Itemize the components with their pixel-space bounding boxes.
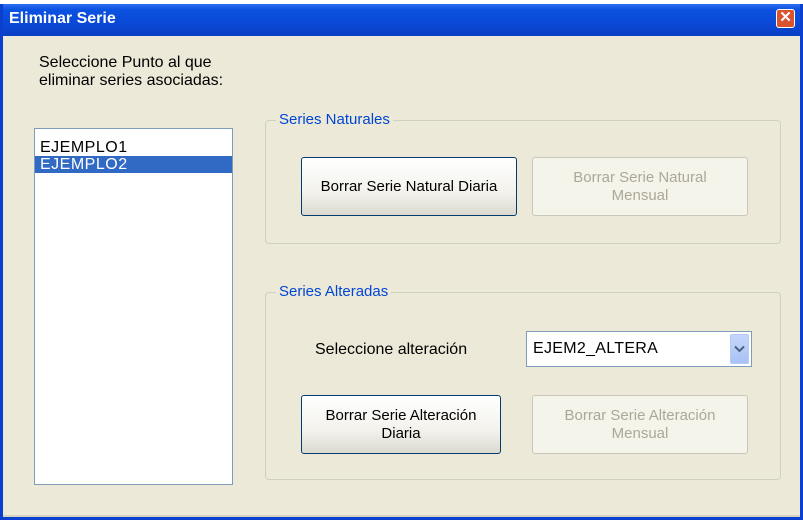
- dropdown-arrow-button[interactable]: [730, 334, 749, 364]
- button-label: Borrar Serie Natural Mensual: [573, 168, 707, 204]
- points-listbox[interactable]: EJEMPLO1 EJEMPLO2: [34, 128, 233, 485]
- delete-natural-daily-button[interactable]: Borrar Serie Natural Diaria: [301, 157, 517, 216]
- chevron-down-icon: [734, 345, 745, 353]
- alteration-select[interactable]: EJEM2_ALTERA: [526, 331, 752, 367]
- window-bottom-edge: [3, 515, 800, 517]
- delete-altered-daily-button[interactable]: Borrar Serie Alteración Diaria: [301, 395, 501, 454]
- list-item-label: EJEMPLO1: [40, 139, 128, 156]
- alteration-select-value: EJEM2_ALTERA: [533, 340, 659, 357]
- point-select-prompt: Seleccione Punto al que eliminar series …: [39, 54, 224, 89]
- series-alteradas-group: Series Alteradas Seleccione alteración E…: [265, 283, 781, 480]
- alteration-select-label: Seleccione alteración: [315, 341, 468, 358]
- button-label: Borrar Serie Natural Diaria: [320, 177, 498, 195]
- title-bar[interactable]: Eliminar Serie ✕: [3, 4, 800, 36]
- delete-altered-monthly-button[interactable]: Borrar Serie Alteración Mensual: [532, 395, 748, 454]
- button-label: Borrar Serie Alteración Mensual: [564, 406, 716, 442]
- series-naturales-group: Series Naturales Borrar Serie Natural Di…: [265, 111, 781, 244]
- close-button[interactable]: ✕: [776, 9, 795, 28]
- list-item-label: EJEMPLO2: [40, 156, 128, 173]
- list-item[interactable]: EJEMPLO1: [35, 139, 232, 156]
- close-icon: ✕: [779, 9, 792, 26]
- delete-natural-monthly-button[interactable]: Borrar Serie Natural Mensual: [532, 157, 748, 216]
- eliminar-serie-dialog: Eliminar Serie ✕ Seleccione Punto al que…: [0, 4, 803, 520]
- group-title-naturales: Series Naturales: [276, 111, 393, 128]
- group-title-alteradas: Series Alteradas: [276, 283, 392, 300]
- window-title: Eliminar Serie: [9, 10, 116, 27]
- button-label: Borrar Serie Alteración Diaria: [325, 406, 477, 442]
- list-item[interactable]: EJEMPLO2: [35, 156, 232, 173]
